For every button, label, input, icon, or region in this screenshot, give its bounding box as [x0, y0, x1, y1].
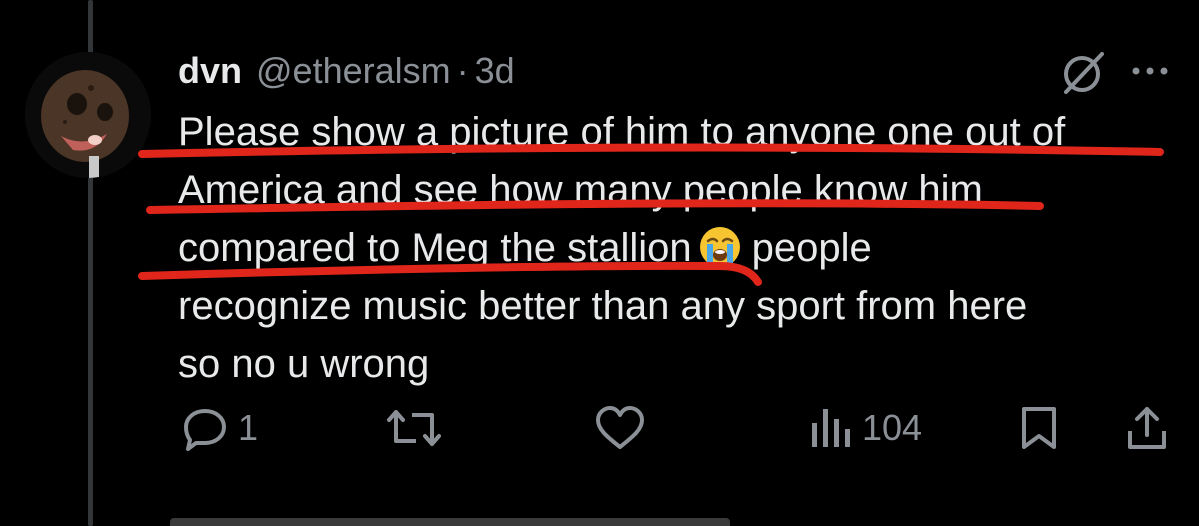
heart-icon	[596, 406, 644, 449]
loudly-crying-face-emoji-icon	[699, 227, 740, 267]
tweet-actions-bar: 1 104	[0, 400, 1199, 460]
like-button[interactable]	[594, 400, 646, 456]
tweet-text-line: Please show a picture of him to anyone o…	[178, 110, 1066, 154]
tweet-text-segment: people	[751, 226, 872, 270]
tweet-text-line: recognize music better than any sport fr…	[178, 284, 1028, 328]
views-count: 104	[862, 407, 923, 448]
share-icon	[1128, 407, 1166, 449]
bookmark-icon	[1022, 407, 1056, 449]
repost-icon	[387, 410, 441, 446]
next-tweet-header-cutoff	[170, 518, 730, 526]
tweet-text-line: so no u wrong	[178, 342, 430, 386]
next-tweet-preview[interactable]	[150, 514, 1199, 526]
tweet-text-line: America and see how many people know him	[178, 168, 983, 212]
grok-icon[interactable]	[1058, 46, 1110, 98]
avatar[interactable]	[25, 52, 151, 178]
header-separator: ·	[456, 50, 469, 91]
repost-button[interactable]	[386, 400, 442, 456]
bookmark-button[interactable]	[1018, 400, 1060, 456]
more-options-icon[interactable]	[1128, 60, 1172, 82]
reply-count: 1	[238, 407, 259, 448]
reply-button[interactable]: 1	[180, 400, 258, 456]
author-name[interactable]: dvn	[178, 50, 242, 92]
timestamp[interactable]: 3d	[475, 50, 515, 92]
views-analytics-icon	[812, 409, 850, 447]
tweet-text-segment: compared to Meg the stallion	[178, 226, 692, 270]
author-handle[interactable]: @etheralsm	[256, 50, 451, 92]
avatar-image	[25, 52, 151, 178]
reply-icon	[184, 409, 226, 451]
views-button[interactable]: 104	[808, 400, 922, 456]
tweet-text: Please show a picture of him to anyone o…	[178, 103, 1168, 393]
tweet-text-line: compared to Meg the stallion people	[178, 219, 1168, 277]
share-button[interactable]	[1124, 400, 1170, 456]
tweet-header: dvn @etheralsm · 3d	[178, 46, 515, 96]
